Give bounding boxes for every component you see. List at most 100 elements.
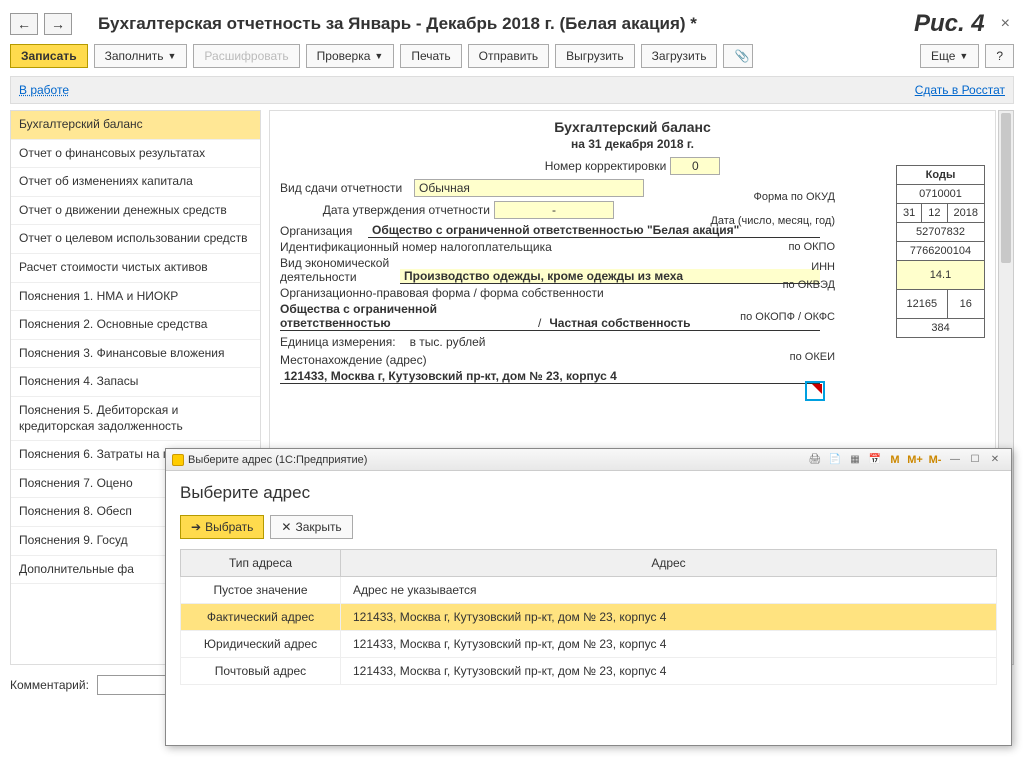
addr-value: 121433, Москва г, Кутузовский пр-кт, дом… [280, 369, 820, 384]
address-table: Тип адреса Адрес Пустое значение Адрес н… [180, 549, 997, 685]
address-picker-button[interactable] [805, 381, 825, 401]
send-button[interactable]: Отправить [468, 44, 550, 68]
okud-label: Форма по ОКУД [754, 191, 836, 203]
attach-button[interactable]: 📎 [723, 44, 753, 68]
date-month: 12 [922, 204, 947, 223]
submit-type-field[interactable]: Обычная [414, 179, 644, 197]
legalform-sep: / [530, 316, 549, 330]
table-row[interactable]: Почтовый адрес 121433, Москва г, Кутузов… [181, 658, 997, 685]
comment-label: Комментарий: [10, 678, 89, 692]
figure-label: Рис. 4 [914, 10, 985, 38]
row3-type: Почтовый адрес [181, 658, 341, 685]
dialog-select-label: Выбрать [205, 520, 253, 534]
codes-header: Коды [897, 166, 985, 185]
submit-type-label: Вид сдачи отчетности [280, 181, 410, 195]
taxid-label: Идентификационный номер налогоплательщик… [280, 240, 558, 254]
sidebar-item-targetuse[interactable]: Отчет о целевом использовании средств [11, 225, 260, 254]
addr-label: Местонахождение (адрес) [280, 353, 433, 367]
sidebar-item-notes1[interactable]: Пояснения 1. НМА и НИОКР [11, 283, 260, 312]
legalform1-value: Общества с ограниченной ответственностью [280, 302, 530, 330]
upload-button[interactable]: Выгрузить [555, 44, 635, 68]
date-day: 31 [897, 204, 922, 223]
sidebar-item-balance[interactable]: Бухгалтерский баланс [11, 111, 260, 140]
report-subtitle: на 31 декабря 2018 г. [280, 137, 985, 151]
sidebar-item-notes5[interactable]: Пояснения 5. Дебиторская и кредиторская … [11, 397, 260, 441]
status-in-work[interactable]: В работе [19, 83, 69, 97]
sidebar-item-finresults[interactable]: Отчет о финансовых результатах [11, 140, 260, 169]
sidebar-item-netassets[interactable]: Расчет стоимости чистых активов [11, 254, 260, 283]
write-button[interactable]: Записать [10, 44, 88, 68]
row3-addr: 121433, Москва г, Кутузовский пр-кт, дом… [341, 658, 997, 685]
close-icon[interactable]: × [997, 15, 1014, 33]
okei-value: 384 [897, 319, 985, 338]
print-icon[interactable]: 🖨 [806, 452, 824, 468]
dialog-select-button[interactable]: ➔ Выбрать [180, 515, 264, 539]
dialog-maximize-icon[interactable]: ☐ [966, 452, 984, 468]
okopf-value: 12165 [897, 290, 948, 319]
col-address-type[interactable]: Тип адреса [181, 550, 341, 577]
dialog-close-label: Закрыть [295, 520, 341, 534]
date-year: 2018 [947, 204, 984, 223]
m-icon[interactable]: M [886, 452, 904, 468]
submit-rosstat-link[interactable]: Сдать в Росстат [915, 83, 1005, 97]
correction-field[interactable]: 0 [670, 157, 720, 175]
arrow-icon: ➔ [191, 520, 201, 534]
download-button[interactable]: Загрузить [641, 44, 718, 68]
approval-date-field[interactable]: - [494, 201, 614, 219]
print-button[interactable]: Печать [400, 44, 461, 68]
econtype-field[interactable]: Производство одежды, кроме одежды из мех… [400, 269, 820, 284]
check-button-label: Проверка [317, 49, 371, 63]
fill-button-label: Заполнить [105, 49, 164, 63]
sidebar-item-notes3[interactable]: Пояснения 3. Финансовые вложения [11, 340, 260, 369]
check-button[interactable]: Проверка▼ [306, 44, 395, 68]
inn-label: ИНН [811, 261, 835, 273]
row2-addr: 121433, Москва г, Кутузовский пр-кт, дом… [341, 631, 997, 658]
col-address[interactable]: Адрес [341, 550, 997, 577]
sidebar-item-notes4[interactable]: Пояснения 4. Запасы [11, 368, 260, 397]
row1-type: Фактический адрес [181, 604, 341, 631]
legalform2-value: Частная собственность [549, 316, 690, 330]
sidebar-item-capital[interactable]: Отчет об изменениях капитала [11, 168, 260, 197]
econtype-label2: деятельности [280, 270, 400, 284]
m-plus-icon[interactable]: M+ [906, 452, 924, 468]
decode-button: Расшифровать [193, 44, 299, 68]
inn-value: 7766200104 [897, 242, 985, 261]
okpo-value: 52707832 [897, 223, 985, 242]
calendar-icon[interactable]: 📅 [866, 452, 884, 468]
dialog-close-button[interactable]: ✕ Закрыть [270, 515, 352, 539]
table-row[interactable]: Фактический адрес 121433, Москва г, Куту… [181, 604, 997, 631]
report-title: Бухгалтерский баланс [280, 119, 985, 135]
sidebar-item-cashflow[interactable]: Отчет о движении денежных средств [11, 197, 260, 226]
m-minus-icon[interactable]: M- [926, 452, 944, 468]
doc-icon[interactable]: 📄 [826, 452, 844, 468]
unit-value: в тыс. рублей [402, 335, 486, 349]
legalform-label: Организационно-правовая форма / форма со… [280, 286, 610, 300]
okved-value[interactable]: 14.1 [897, 261, 985, 290]
okopf-label: по ОКОПФ / ОКФС [740, 311, 835, 323]
page-title: Бухгалтерская отчетность за Январь - Дек… [98, 14, 908, 34]
more-button-label: Еще [931, 49, 955, 63]
dialog-close-icon[interactable]: ✕ [986, 452, 1004, 468]
sidebar-item-notes2[interactable]: Пояснения 2. Основные средства [11, 311, 260, 340]
dialog-titlebar: Выберите адрес (1С:Предприятие) [188, 454, 805, 466]
table-row[interactable]: Юридический адрес 121433, Москва г, Куту… [181, 631, 997, 658]
okud-value: 0710001 [897, 185, 985, 204]
more-button[interactable]: Еще▼ [920, 44, 979, 68]
row0-addr: Адрес не указывается [341, 577, 997, 604]
chevron-down-icon: ▼ [374, 51, 383, 61]
unit-label: Единица измерения: [280, 335, 402, 349]
dialog-heading: Выберите адрес [180, 483, 997, 503]
grid-icon[interactable]: ▦ [846, 452, 864, 468]
fill-button[interactable]: Заполнить ▼ [94, 44, 188, 68]
table-row[interactable]: Пустое значение Адрес не указывается [181, 577, 997, 604]
org-label: Организация [280, 224, 368, 238]
scroll-thumb[interactable] [1001, 113, 1011, 263]
okpo-label: по ОКПО [788, 241, 835, 253]
help-button[interactable]: ? [985, 44, 1014, 68]
nav-forward-button[interactable]: → [44, 13, 72, 35]
dialog-minimize-icon[interactable]: — [946, 452, 964, 468]
nav-back-button[interactable]: ← [10, 13, 38, 35]
okved-label: по ОКВЭД [783, 279, 835, 291]
select-address-dialog: Выберите адрес (1С:Предприятие) 🖨 📄 ▦ 📅 … [165, 448, 1012, 746]
chevron-down-icon: ▼ [168, 51, 177, 61]
